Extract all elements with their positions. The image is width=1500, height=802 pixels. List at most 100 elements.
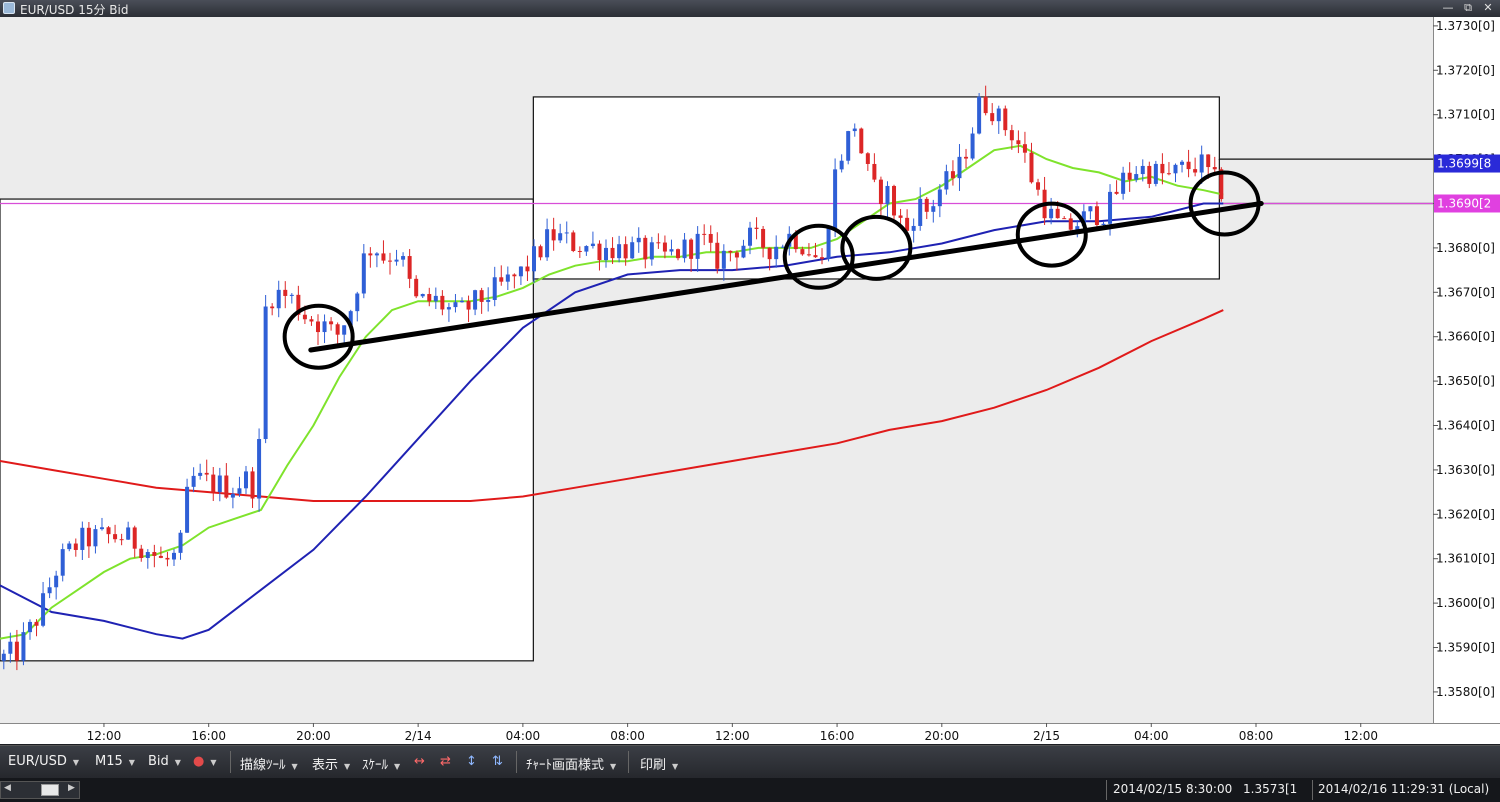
bull-candle [8,641,13,654]
bear-candle [113,534,118,540]
price-type-dropdown[interactable]: Bid ▼ [148,754,181,769]
timeframe-dropdown[interactable]: M15 ▼ [95,754,135,769]
bear-candle [571,232,576,251]
scroll-thumb[interactable] [41,784,59,796]
bull-candle [1199,154,1204,173]
x-tick-label: 08:00 [1239,729,1274,743]
bear-candle [466,300,471,310]
bear-candle [610,247,615,259]
bull-candle [322,321,327,333]
minimize-icon[interactable]: — [1440,1,1456,15]
window-title: EUR/USD 15分 Bid [20,3,129,17]
toolbar-divider [230,751,231,773]
bear-candle [499,277,504,282]
y-tick-label: 1.3590[0] [1436,641,1495,655]
bear-candle [1029,152,1034,183]
bear-candle [283,289,288,296]
bear-candle [865,153,870,164]
restore-icon[interactable]: ⧉ [1460,1,1476,15]
bull-candle [977,96,982,134]
bull-candle [374,253,379,256]
x-axis: 412:0016:0020:002/1404:0008:0012:0016:00… [0,723,1500,744]
bear-candle [1186,161,1191,170]
y-tick-label: 1.3680[0] [1436,241,1495,255]
bear-candle [551,229,556,241]
scale-dropdown[interactable]: ｽｹｰﾙ ▼ [362,754,400,773]
scroll-left-icon[interactable]: ◀ [4,783,11,793]
bull-candle [590,243,595,247]
bull-candle [911,225,916,231]
bull-candle [361,253,366,294]
bear-candle [754,227,759,229]
draw-tools-label: 描線ﾂｰﾙ [240,758,286,773]
bear-candle [950,171,955,179]
bull-candle [852,128,857,132]
bull-candle [1134,174,1139,180]
view-dropdown[interactable]: 表示 ▼ [312,754,350,773]
bull-candle [937,189,942,207]
bear-candle [623,244,628,259]
bear-candle [270,306,275,309]
color-picker-button[interactable]: ● ▼ [193,754,217,769]
bull-candle [473,290,478,310]
x-tick-label: 16:00 [820,729,855,743]
scale-expand-x-icon[interactable]: ↔ [414,754,425,769]
bull-candle [185,486,190,533]
scale-shrink-y-icon[interactable]: ⇅ [492,754,503,769]
bear-candle [1016,140,1021,145]
y-tick-label: 1.3640[0] [1436,419,1495,433]
bear-candle [892,185,897,216]
y-tick-label: 1.3630[0] [1436,463,1495,477]
scale-expand-y-icon[interactable]: ↕ [466,754,477,769]
bear-candle [990,113,995,122]
bear-candle [1094,206,1099,226]
chart-style-dropdown[interactable]: ﾁｬｰﾄ画面様式 ▼ [526,754,616,773]
horizontal-scrollbar[interactable]: ◀ ▶ [0,781,80,799]
x-tick-label: 12:00 [715,729,750,743]
scale-label: ｽｹｰﾙ [362,758,388,773]
close-icon[interactable]: ✕ [1480,1,1496,15]
bear-candle [106,527,111,535]
scale-shrink-x-icon[interactable]: ⇄ [440,754,451,769]
price-chart[interactable]: 1.3580[0] 1.3590[0] 1.3600[0] 1.3610[0] 1.36… [0,17,1500,744]
bear-candle [165,557,170,560]
bear-candle [1062,218,1067,220]
bear-candle [734,252,739,258]
bull-candle [846,131,851,161]
y-tick-label: 1.3670[0] [1436,285,1495,299]
x-tick-label: 2/15 [1033,729,1060,743]
bear-candle [964,156,969,159]
bull-candle [636,237,641,243]
chart-style-label: ﾁｬｰﾄ画面様式 [526,758,605,773]
bull-candle [604,247,609,261]
bull-candle [54,575,59,588]
symbol-dropdown[interactable]: EUR/USD ▼ [8,754,79,769]
chevron-down-icon: ▼ [128,758,135,767]
bear-candle [315,321,320,333]
y-tick-label: 1.3720[0] [1436,63,1495,77]
bear-candle [119,539,124,541]
bull-candle [460,300,465,303]
bear-candle [1160,163,1165,174]
chart-area[interactable]: 1.3580[0] 1.3590[0] 1.3600[0] 1.3610[0] 1.36… [0,17,1500,744]
x-tick-label: 20:00 [925,729,960,743]
bear-candle [368,253,373,256]
print-dropdown[interactable]: 印刷 ▼ [640,754,678,773]
bull-candle [1049,208,1054,219]
bear-candle [1212,167,1217,170]
bear-candle [767,247,772,260]
bear-candle [689,239,694,259]
bull-candle [126,527,131,540]
bull-candle [257,439,262,499]
bull-candle [1101,223,1106,226]
cursor-price: 1.3573[1 [1243,782,1298,796]
bull-candle [289,294,294,296]
bull-candle [178,532,183,553]
bull-candle [198,472,203,476]
x-tick-label: 04:00 [506,729,541,743]
scroll-right-icon[interactable]: ▶ [68,783,75,793]
bear-candle [14,641,19,661]
bear-candle [512,274,517,277]
app-logo-icon [3,2,15,14]
draw-tools-dropdown[interactable]: 描線ﾂｰﾙ ▼ [240,754,298,773]
